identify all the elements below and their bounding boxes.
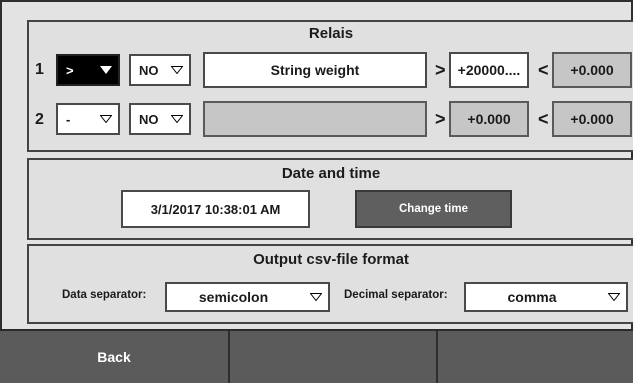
relay-1-mode-value: NO <box>139 62 159 78</box>
csv-format-title: Output csv-file format <box>253 251 409 268</box>
relay-1-name-field[interactable]: String weight <box>203 52 427 88</box>
relay-2-mode-dropdown[interactable]: NO <box>129 103 191 135</box>
relay-1-number: 1 <box>35 61 44 78</box>
relay-1-gt-value[interactable]: +20000.... <box>449 52 529 88</box>
datetime-value-field: 3/1/2017 10:38:01 AM <box>121 190 310 228</box>
data-separator-value: semicolon <box>198 289 269 305</box>
relais-title: Relais <box>308 25 354 42</box>
relay-1-gt-symbol: > <box>435 60 446 80</box>
relay-2-lt-value[interactable]: +0.000 <box>552 101 632 137</box>
relay-1-lt-symbol: < <box>538 60 549 80</box>
decimal-separator-dropdown[interactable]: comma <box>464 282 628 312</box>
footer-button-3[interactable] <box>438 331 633 383</box>
chevron-down-icon <box>171 115 183 123</box>
chevron-down-icon <box>100 66 112 74</box>
relay-2-operator-value: - <box>66 111 71 127</box>
relay-1-mode-dropdown[interactable]: NO <box>129 54 191 86</box>
datetime-title: Date and time <box>281 165 381 182</box>
decimal-separator-label: Decimal separator: <box>344 289 448 301</box>
relay-1-lt-value[interactable]: +0.000 <box>552 52 632 88</box>
relay-2-number: 2 <box>35 111 44 128</box>
decimal-separator-value: comma <box>507 289 557 305</box>
relay-2-name-field[interactable] <box>203 101 427 137</box>
data-separator-dropdown[interactable]: semicolon <box>165 282 330 312</box>
chevron-down-icon <box>171 66 183 74</box>
relay-2-operator-dropdown[interactable]: - <box>56 103 120 135</box>
chevron-down-icon <box>310 293 322 301</box>
relay-2-gt-value[interactable]: +0.000 <box>449 101 529 137</box>
back-button[interactable]: Back <box>0 331 230 383</box>
relay-1-operator-dropdown[interactable]: > <box>56 54 120 86</box>
relay-2-lt-symbol: < <box>538 109 549 129</box>
relay-1-operator-value: > <box>66 62 74 78</box>
chevron-down-icon <box>608 293 620 301</box>
relay-2-gt-symbol: > <box>435 109 446 129</box>
footer-button-2[interactable] <box>230 331 438 383</box>
data-separator-label: Data separator: <box>62 289 147 301</box>
chevron-down-icon <box>100 115 112 123</box>
relay-2-mode-value: NO <box>139 111 159 127</box>
change-time-button[interactable]: Change time <box>355 190 512 228</box>
